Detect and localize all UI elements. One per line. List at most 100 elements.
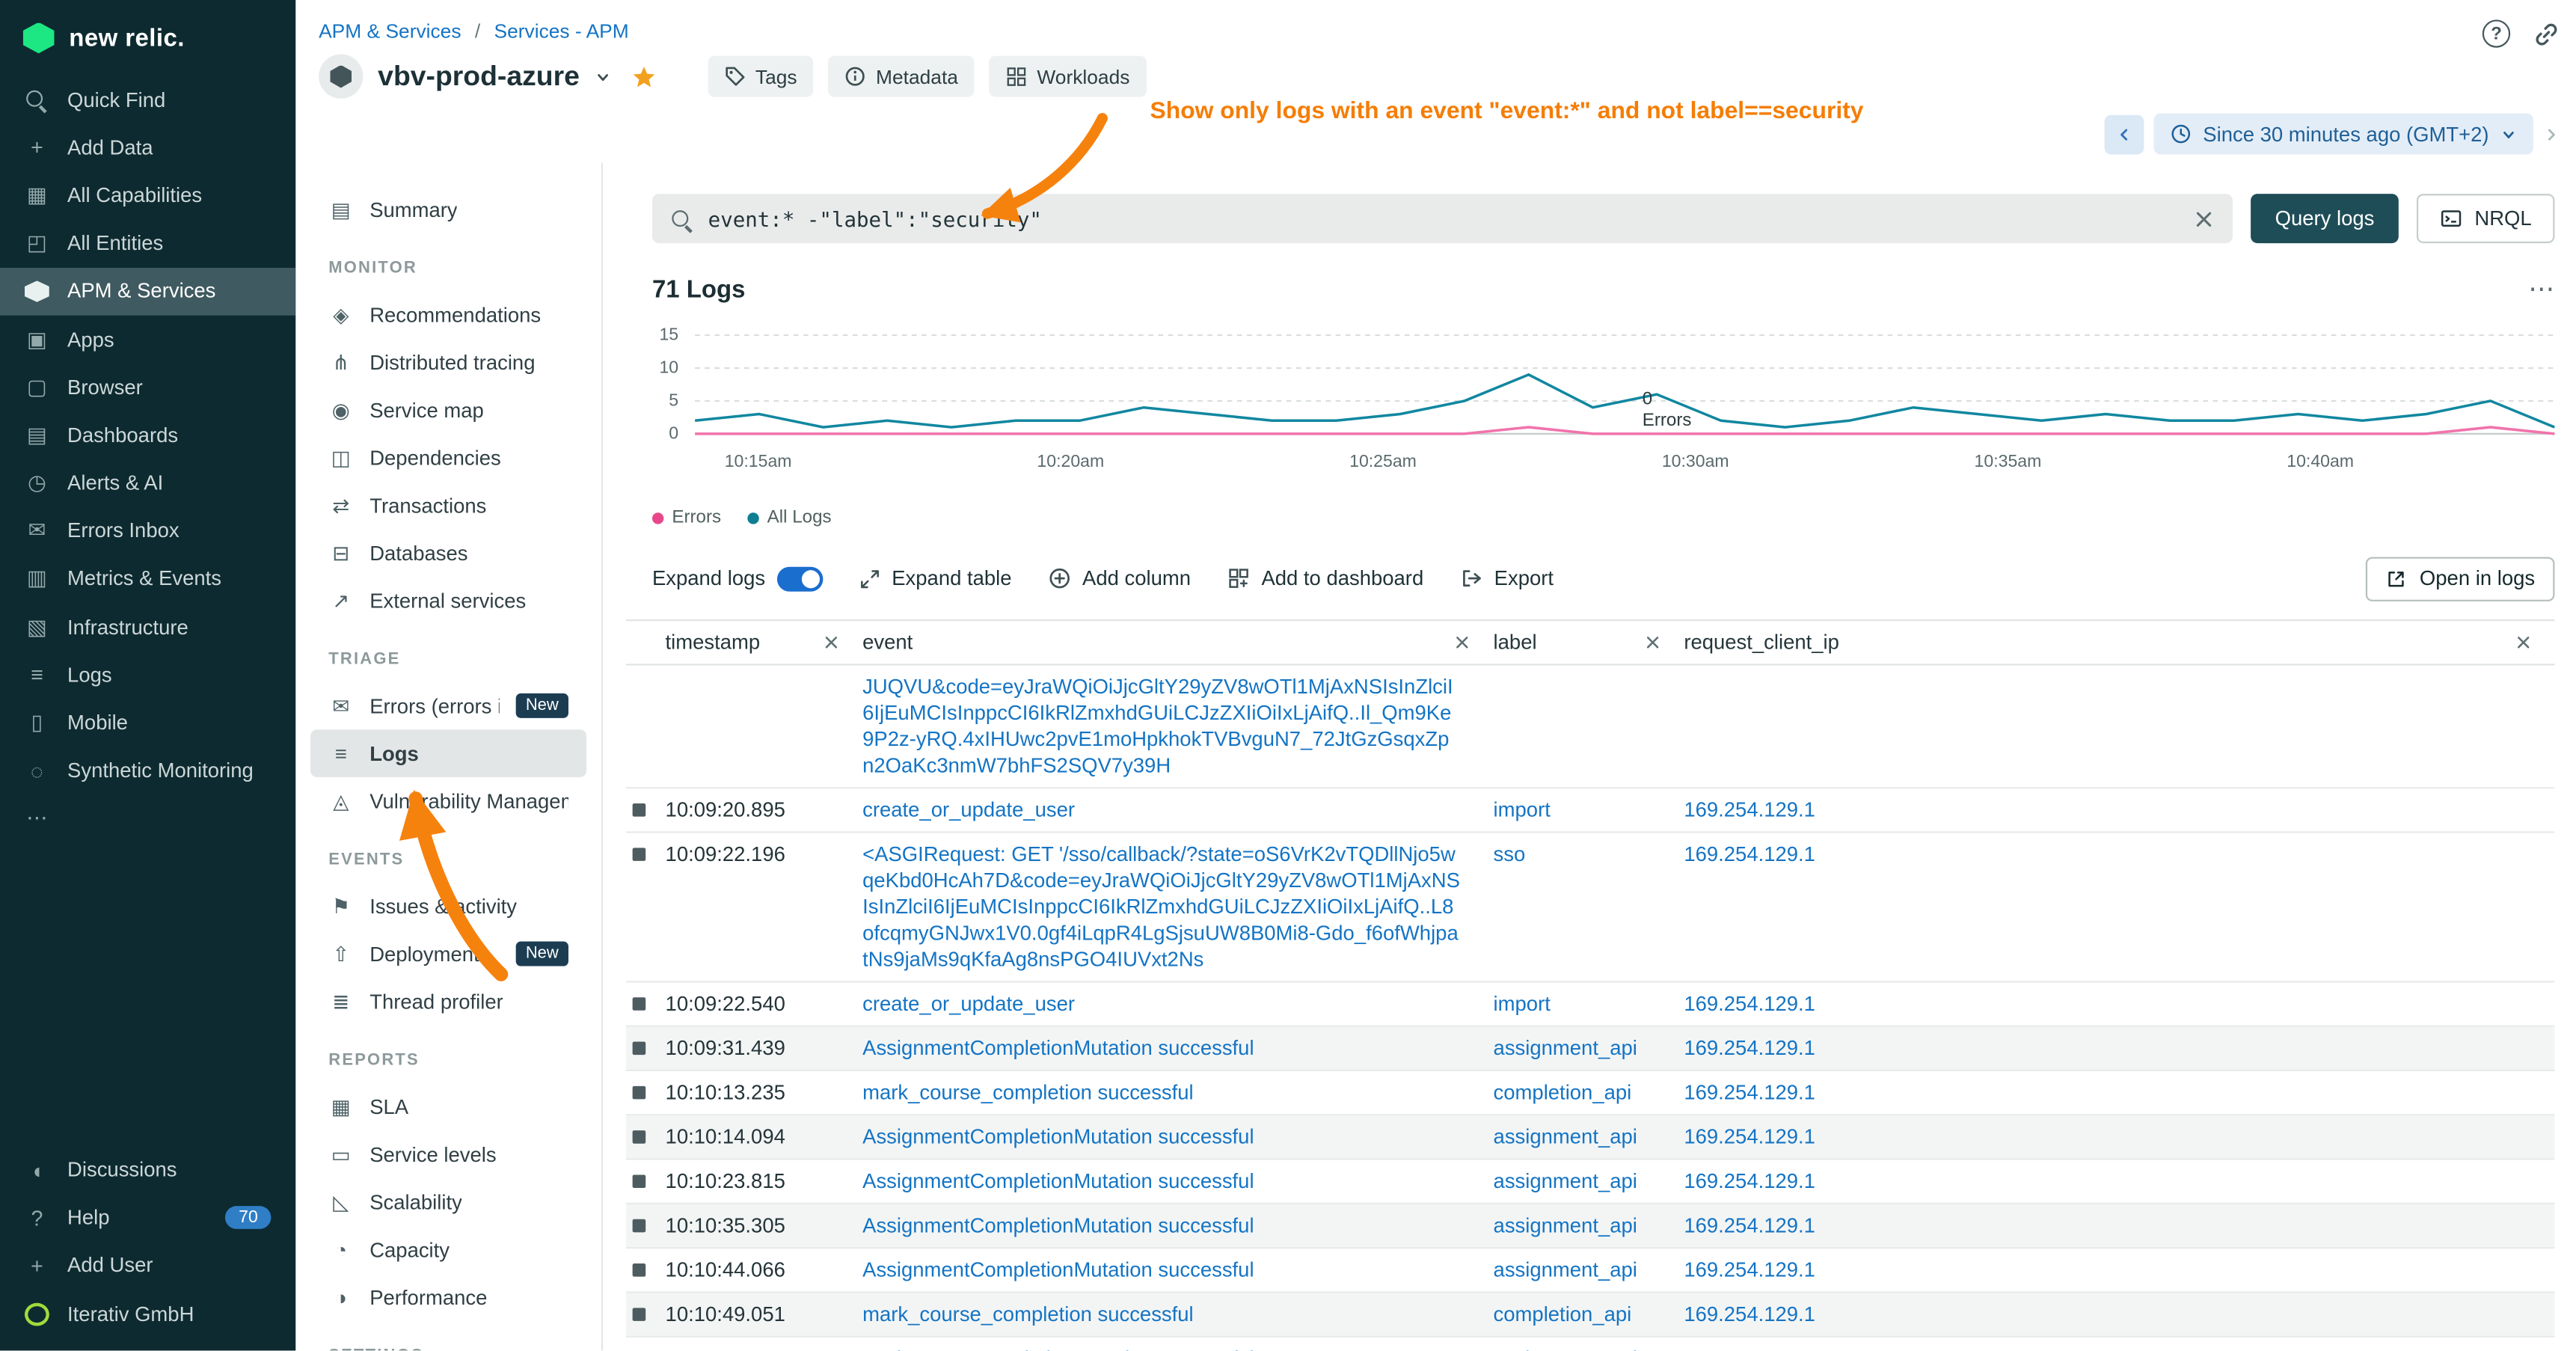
nav-item-sla[interactable]: ▦SLA	[310, 1082, 586, 1130]
row-checkbox[interactable]	[633, 1263, 646, 1277]
expand-logs-toggle[interactable]	[776, 566, 823, 591]
sidebar-item-add-data[interactable]: +Add Data	[0, 123, 295, 171]
sidebar-item-synthetic-monitoring[interactable]: ◌Synthetic Monitoring	[0, 747, 295, 795]
help-question-icon[interactable]: ?	[2483, 19, 2510, 47]
time-back-button[interactable]	[2105, 114, 2144, 154]
nav-item-performance[interactable]: ◑Performance	[310, 1273, 586, 1321]
row-checkbox[interactable]	[633, 848, 646, 861]
row-checkbox[interactable]	[633, 1130, 646, 1144]
log-event-link[interactable]: AssignmentCompletionMutation successful	[862, 1214, 1254, 1237]
nav-item-scalability[interactable]: ◺Scalability	[310, 1178, 586, 1226]
sidebar-item-all-capabilities[interactable]: ▦All Capabilities	[0, 171, 295, 219]
column-header-request-client-ip[interactable]: request_client_ip	[1684, 631, 2554, 654]
nav-item-issues-activity[interactable]: ⚑Issues & activity	[310, 882, 586, 930]
log-label-link[interactable]: assignment_api	[1494, 1214, 1637, 1237]
sidebar-item-dashboards[interactable]: ▤Dashboards	[0, 411, 295, 459]
sidebar-item-all-entities[interactable]: ◰All Entities	[0, 219, 295, 267]
nav-item-vulnerability-management[interactable]: ◬Vulnerability Management	[310, 777, 586, 825]
sidebar-item-mobile[interactable]: ▯Mobile	[0, 699, 295, 747]
table-row[interactable]: JUQVU&code=eyJraWQiOiJjcGltY29yZV8wOTl1M…	[626, 666, 2555, 789]
sidebar-item-item[interactable]: ⋯	[0, 795, 295, 843]
log-event-link[interactable]: AssignmentCompletionMutation successful	[862, 1170, 1254, 1193]
row-checkbox[interactable]	[633, 997, 646, 1011]
row-checkbox[interactable]	[633, 1219, 646, 1233]
log-label-link[interactable]: import	[1494, 993, 1551, 1016]
nav-item-deployments[interactable]: ⇧DeploymentsNew	[310, 930, 586, 978]
nav-item-transactions[interactable]: ⇄Transactions	[310, 482, 586, 530]
sidebar-item-infrastructure[interactable]: ▧Infrastructure	[0, 603, 295, 651]
log-event-link[interactable]: mark_course_completion successful	[862, 1081, 1194, 1104]
sidebar-item-apps[interactable]: ▣Apps	[0, 316, 295, 364]
log-ip-link[interactable]: 169.254.129.1	[1684, 1303, 1815, 1326]
legend-item-all-logs[interactable]: All Logs	[747, 508, 831, 527]
table-row[interactable]: 10:11:00.311AssignmentCompletionMutation…	[626, 1338, 2555, 1351]
sidebar-item-add-user[interactable]: +Add User	[0, 1242, 295, 1290]
column-header-label[interactable]: label	[1494, 631, 1684, 654]
remove-column-ip-icon[interactable]	[2515, 634, 2532, 651]
remove-column-label-icon[interactable]	[1645, 634, 1661, 651]
remove-column-timestamp-icon[interactable]	[823, 634, 839, 651]
sidebar-item-browser[interactable]: ▢Browser	[0, 364, 295, 411]
row-checkbox[interactable]	[633, 1086, 646, 1100]
log-ip-link[interactable]: 169.254.129.1	[1684, 1347, 1815, 1351]
permalink-icon[interactable]	[2533, 20, 2560, 46]
sidebar-item-help[interactable]: ?Help70	[0, 1194, 295, 1242]
log-event-link[interactable]: AssignmentCompletionMutation successful	[862, 1126, 1254, 1149]
sidebar-item-discussions[interactable]: ◖Discussions	[0, 1146, 295, 1194]
table-row[interactable]: 10:10:23.815AssignmentCompletionMutation…	[626, 1160, 2555, 1204]
log-ip-link[interactable]: 169.254.129.1	[1684, 1170, 1815, 1193]
log-ip-link[interactable]: 169.254.129.1	[1684, 993, 1815, 1016]
time-picker[interactable]: Since 30 minutes ago (GMT+2)	[2153, 114, 2533, 155]
tags-button[interactable]: Tags	[708, 56, 813, 97]
nav-item-logs[interactable]: ≡Logs	[310, 729, 586, 777]
column-header-timestamp[interactable]: timestamp	[666, 631, 863, 654]
log-event-link[interactable]: AssignmentCompletionMutation successful	[862, 1258, 1254, 1281]
nrql-button[interactable]: NRQL	[2417, 194, 2555, 243]
nav-item-thread-profiler[interactable]: ≣Thread profiler	[310, 978, 586, 1026]
row-checkbox[interactable]	[633, 1308, 646, 1321]
nav-item-recommendations[interactable]: ◈Recommendations	[310, 291, 586, 339]
sidebar-item-alerts-ai[interactable]: ◷Alerts & AI	[0, 459, 295, 507]
logs-timeseries-chart[interactable]	[695, 330, 2554, 438]
add-to-dashboard-button[interactable]: Add to dashboard	[1227, 567, 1423, 590]
log-event-link[interactable]: mark_course_completion successful	[862, 1303, 1194, 1326]
table-row[interactable]: 10:10:13.235mark_course_completion succe…	[626, 1071, 2555, 1115]
workloads-button[interactable]: Workloads	[990, 56, 1147, 97]
table-row[interactable]: 10:09:22.196<ASGIRequest: GET '/sso/call…	[626, 833, 2555, 983]
column-header-event[interactable]: event	[862, 631, 1493, 654]
remove-column-event-icon[interactable]	[1454, 634, 1471, 651]
table-row[interactable]: 10:10:14.094AssignmentCompletionMutation…	[626, 1115, 2555, 1159]
breadcrumb-link-apm-services[interactable]: APM & Services	[319, 19, 461, 43]
log-ip-link[interactable]: 169.254.129.1	[1684, 798, 1815, 821]
log-label-link[interactable]: assignment_api	[1494, 1347, 1637, 1351]
log-label-link[interactable]: completion_api	[1494, 1081, 1632, 1104]
log-query-input[interactable]: event:* -"label":"security"	[652, 194, 2233, 243]
open-in-logs-button[interactable]: Open in logs	[2365, 556, 2554, 600]
log-event-link[interactable]: JUQVU&code=eyJraWQiOiJjcGltY29yZV8wOTl1M…	[862, 676, 1453, 777]
query-logs-button[interactable]: Query logs	[2251, 194, 2399, 243]
nav-item-service-levels[interactable]: ▭Service levels	[310, 1130, 586, 1178]
nav-item-capacity[interactable]: ◔Capacity	[310, 1226, 586, 1274]
log-label-link[interactable]: assignment_api	[1494, 1037, 1637, 1060]
nav-item-summary[interactable]: ▤Summary	[310, 186, 586, 233]
log-label-link[interactable]: assignment_api	[1494, 1126, 1637, 1149]
log-event-link[interactable]: <ASGIRequest: GET '/sso/callback/?state=…	[862, 843, 1460, 971]
log-event-link[interactable]: create_or_update_user	[862, 993, 1075, 1016]
log-event-link[interactable]: create_or_update_user	[862, 798, 1075, 821]
log-label-link[interactable]: sso	[1494, 843, 1526, 866]
row-checkbox[interactable]	[633, 1174, 646, 1188]
expand-table-button[interactable]: Expand table	[859, 567, 1011, 590]
table-row[interactable]: 10:09:22.540create_or_update_userimport1…	[626, 982, 2555, 1026]
time-forward-button[interactable]	[2543, 126, 2560, 142]
breadcrumb-link-services-apm[interactable]: Services - APM	[494, 19, 629, 43]
row-checkbox[interactable]	[633, 803, 646, 817]
log-ip-link[interactable]: 169.254.129.1	[1684, 1126, 1815, 1149]
log-label-link[interactable]: assignment_api	[1494, 1170, 1637, 1193]
table-row[interactable]: 10:09:20.895create_or_update_userimport1…	[626, 788, 2555, 833]
sidebar-item-errors-inbox[interactable]: ✉Errors Inbox	[0, 507, 295, 555]
nav-item-dependencies[interactable]: ◫Dependencies	[310, 434, 586, 482]
nav-item-distributed-tracing[interactable]: ⋔Distributed tracing	[310, 338, 586, 386]
sidebar-item-logs[interactable]: ≡Logs	[0, 651, 295, 699]
nav-item-errors-errors-inb[interactable]: ✉Errors (errors inb...New	[310, 682, 586, 730]
table-row[interactable]: 10:10:44.066AssignmentCompletionMutation…	[626, 1249, 2555, 1293]
